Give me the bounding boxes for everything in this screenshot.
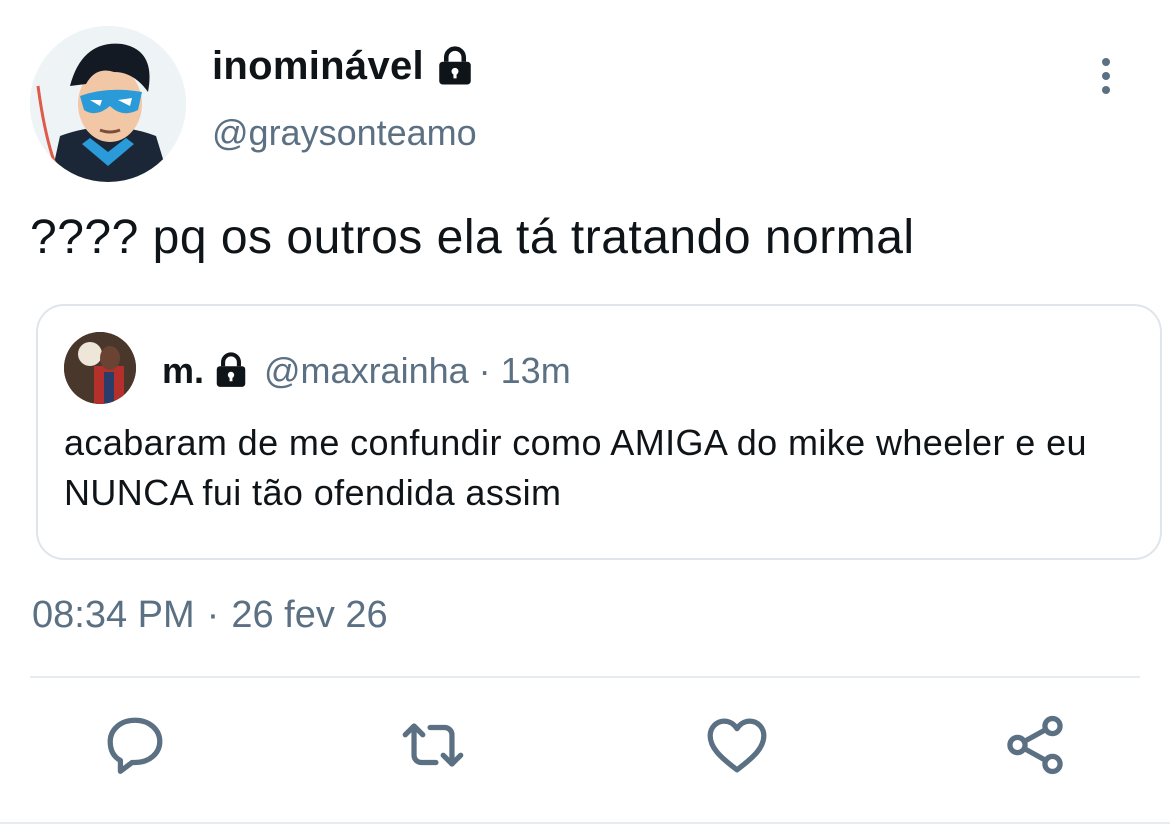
- retweet-button[interactable]: [398, 710, 468, 780]
- tweet-timestamp[interactable]: 08:34 PM · 26 fev 26: [32, 594, 388, 637]
- reply-button[interactable]: [100, 710, 170, 780]
- bottom-divider: [0, 822, 1170, 824]
- quote-header: m. @maxrainha · 13m: [162, 350, 571, 392]
- author-avatar[interactable]: [30, 26, 186, 182]
- quote-separator: ·: [478, 350, 491, 391]
- tweet-date: 26 fev 26: [231, 594, 388, 636]
- quote-author-name[interactable]: m.: [162, 350, 204, 392]
- author-name-text: inominável: [212, 44, 424, 88]
- author-handle[interactable]: @graysonteamo: [212, 112, 477, 154]
- lock-icon: [439, 45, 471, 84]
- share-button[interactable]: [1000, 710, 1070, 780]
- author-display-name[interactable]: inominável: [212, 44, 476, 89]
- timestamp-separator: ·: [206, 594, 220, 636]
- tweet-time: 08:34 PM: [32, 594, 195, 636]
- quote-text: acabaram de me confundir como AMIGA do m…: [64, 422, 1087, 513]
- action-bar: [0, 710, 1170, 790]
- share-icon: [1007, 715, 1063, 775]
- divider: [30, 676, 1140, 678]
- quote-author-handle[interactable]: @maxrainha: [264, 350, 469, 392]
- avatar-nightwing-illustration-icon: [30, 26, 186, 182]
- quote-timestamp[interactable]: 13m: [501, 350, 571, 392]
- like-button[interactable]: [702, 710, 772, 780]
- quoted-tweet[interactable]: m. @maxrainha · 13m acabaram de me confu…: [36, 304, 1162, 560]
- more-options-button[interactable]: [1094, 56, 1118, 96]
- more-vertical-icon: [1102, 58, 1110, 94]
- lock-icon: [216, 352, 246, 387]
- quote-author-avatar[interactable]: [64, 332, 136, 404]
- avatar-photo-icon: [64, 332, 136, 404]
- tweet-text: ???? pq os outros ela tá tratando normal: [30, 211, 915, 264]
- retweet-icon: [402, 723, 464, 767]
- heart-icon: [707, 718, 767, 773]
- reply-icon: [107, 717, 163, 774]
